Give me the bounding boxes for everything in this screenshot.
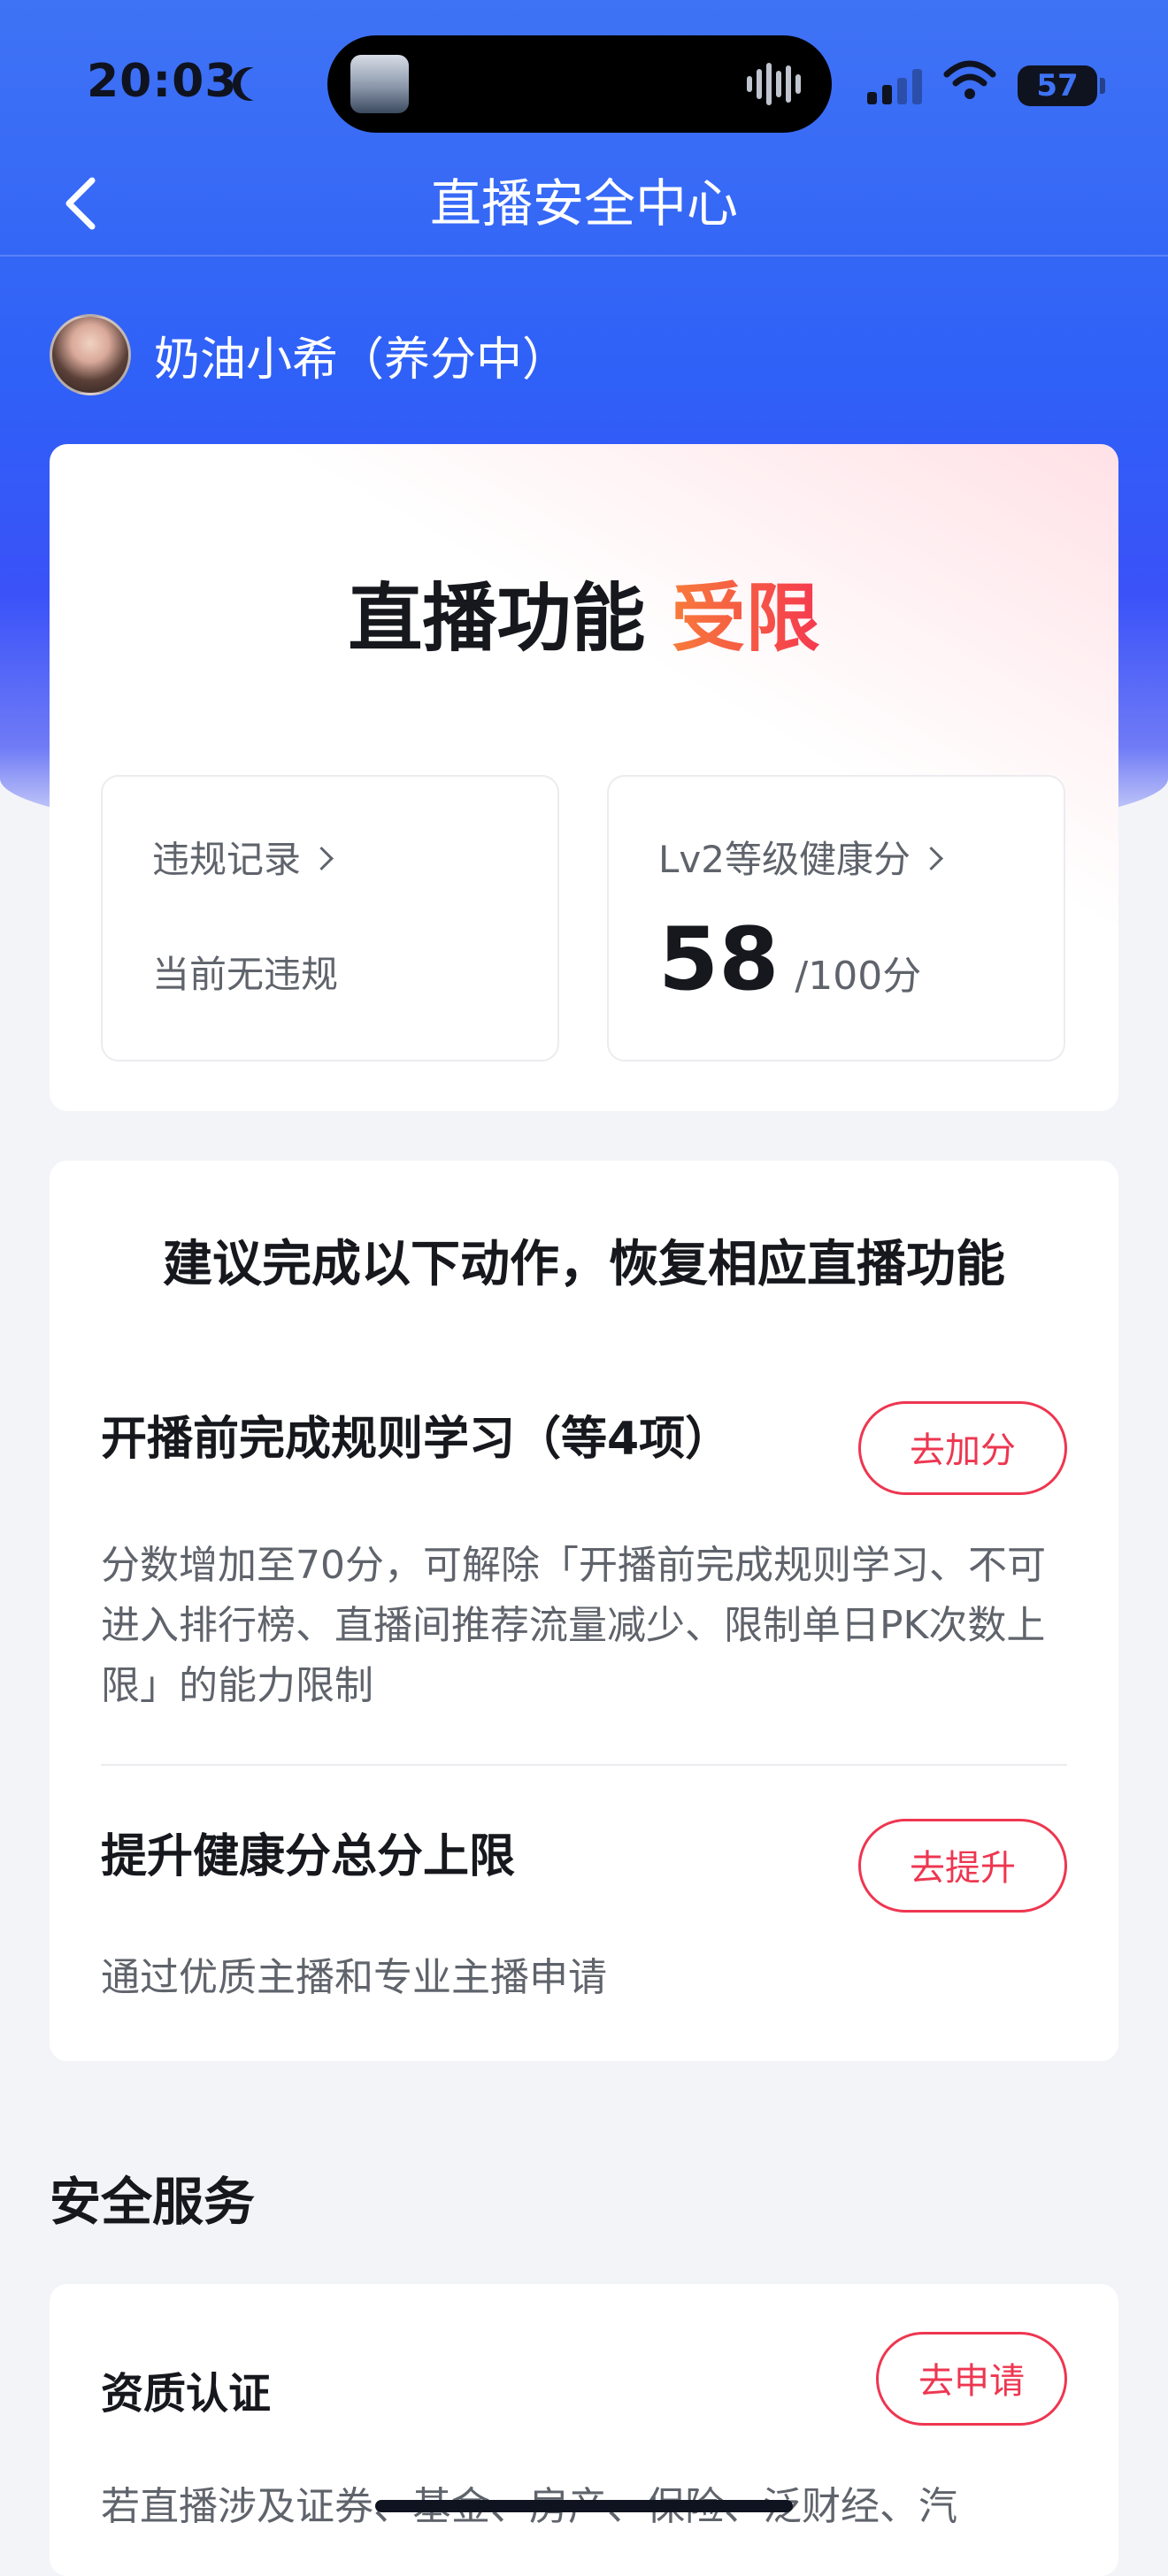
status-title-prefix: 直播功能 <box>348 575 646 662</box>
action-item-title: 提升健康分总分上限 <box>101 1830 516 1883</box>
recovery-actions-title: 建议完成以下动作，恢复相应直播功能 <box>163 1236 1005 1293</box>
user-name: 奶油小希（养分中） <box>154 333 569 387</box>
wifi-icon <box>943 60 996 99</box>
back-chevron-icon[interactable] <box>57 172 106 235</box>
qualification-card: 资质认证 去申请 若直播涉及证券、基金、房产、保险、泛财经、汽 <box>50 2284 1118 2576</box>
battery-tip <box>1100 78 1105 94</box>
apply-button[interactable]: 去申请 <box>876 2332 1067 2426</box>
safety-services-title: 安全服务 <box>50 2172 256 2232</box>
action-item-description: 通过优质主播和专业主播申请 <box>101 1955 607 2000</box>
violation-record-text: 违规记录 <box>152 838 302 881</box>
live-status-card: 直播功能 受限 违规记录 当前无违规 Lv2等级健康分 58 /100分 <box>50 444 1118 1111</box>
page-title: 直播安全中心 <box>429 173 738 234</box>
user-row: 奶油小希（养分中） <box>50 314 569 395</box>
chevron-right-icon <box>310 847 334 870</box>
nav-divider <box>0 255 1168 257</box>
chevron-right-icon <box>919 847 943 870</box>
now-playing-thumbnail <box>350 55 409 113</box>
battery-level: 57 <box>1018 65 1097 106</box>
health-score-label: Lv2等级健康分 <box>658 830 943 884</box>
status-restricted-label: 受限 <box>671 575 820 662</box>
qualification-title: 资质认证 <box>101 2369 272 2419</box>
violation-record-box[interactable]: 违规记录 当前无违规 <box>101 775 559 1062</box>
status-bar: 20:03 57 <box>0 0 1168 168</box>
violation-record-label: 违规记录 <box>152 830 334 884</box>
dynamic-island[interactable] <box>327 35 832 133</box>
navigation-bar: 直播安全中心 <box>0 150 1168 257</box>
health-score: 58 /100分 <box>658 909 921 1010</box>
action-divider <box>101 1764 1067 1766</box>
health-score-value: 58 <box>658 909 780 1010</box>
action-item-title: 开播前完成规则学习（等4项） <box>101 1413 732 1466</box>
health-score-text: Lv2等级健康分 <box>658 838 911 881</box>
violation-status-value: 当前无违规 <box>152 953 339 996</box>
health-score-box[interactable]: Lv2等级健康分 58 /100分 <box>607 775 1065 1062</box>
audio-wave-icon <box>747 62 805 106</box>
focus-moon-icon <box>241 67 274 101</box>
improve-limit-button[interactable]: 去提升 <box>858 1819 1067 1913</box>
health-score-unit: /100分 <box>795 954 922 999</box>
action-item-description: 分数增加至70分，可解除「开播前完成规则学习、不可进入排行榜、直播间推荐流量减少… <box>101 1543 1046 1708</box>
status-time: 20:03 <box>87 55 238 108</box>
add-points-button[interactable]: 去加分 <box>858 1401 1067 1495</box>
avatar[interactable] <box>50 314 131 395</box>
live-status-title: 直播功能 受限 <box>50 559 1118 666</box>
home-indicator[interactable] <box>375 2500 793 2512</box>
cellular-signal-icon <box>867 65 926 104</box>
recovery-actions-card: 建议完成以下动作，恢复相应直播功能 开播前完成规则学习（等4项） 去加分 分数增… <box>50 1161 1118 2061</box>
